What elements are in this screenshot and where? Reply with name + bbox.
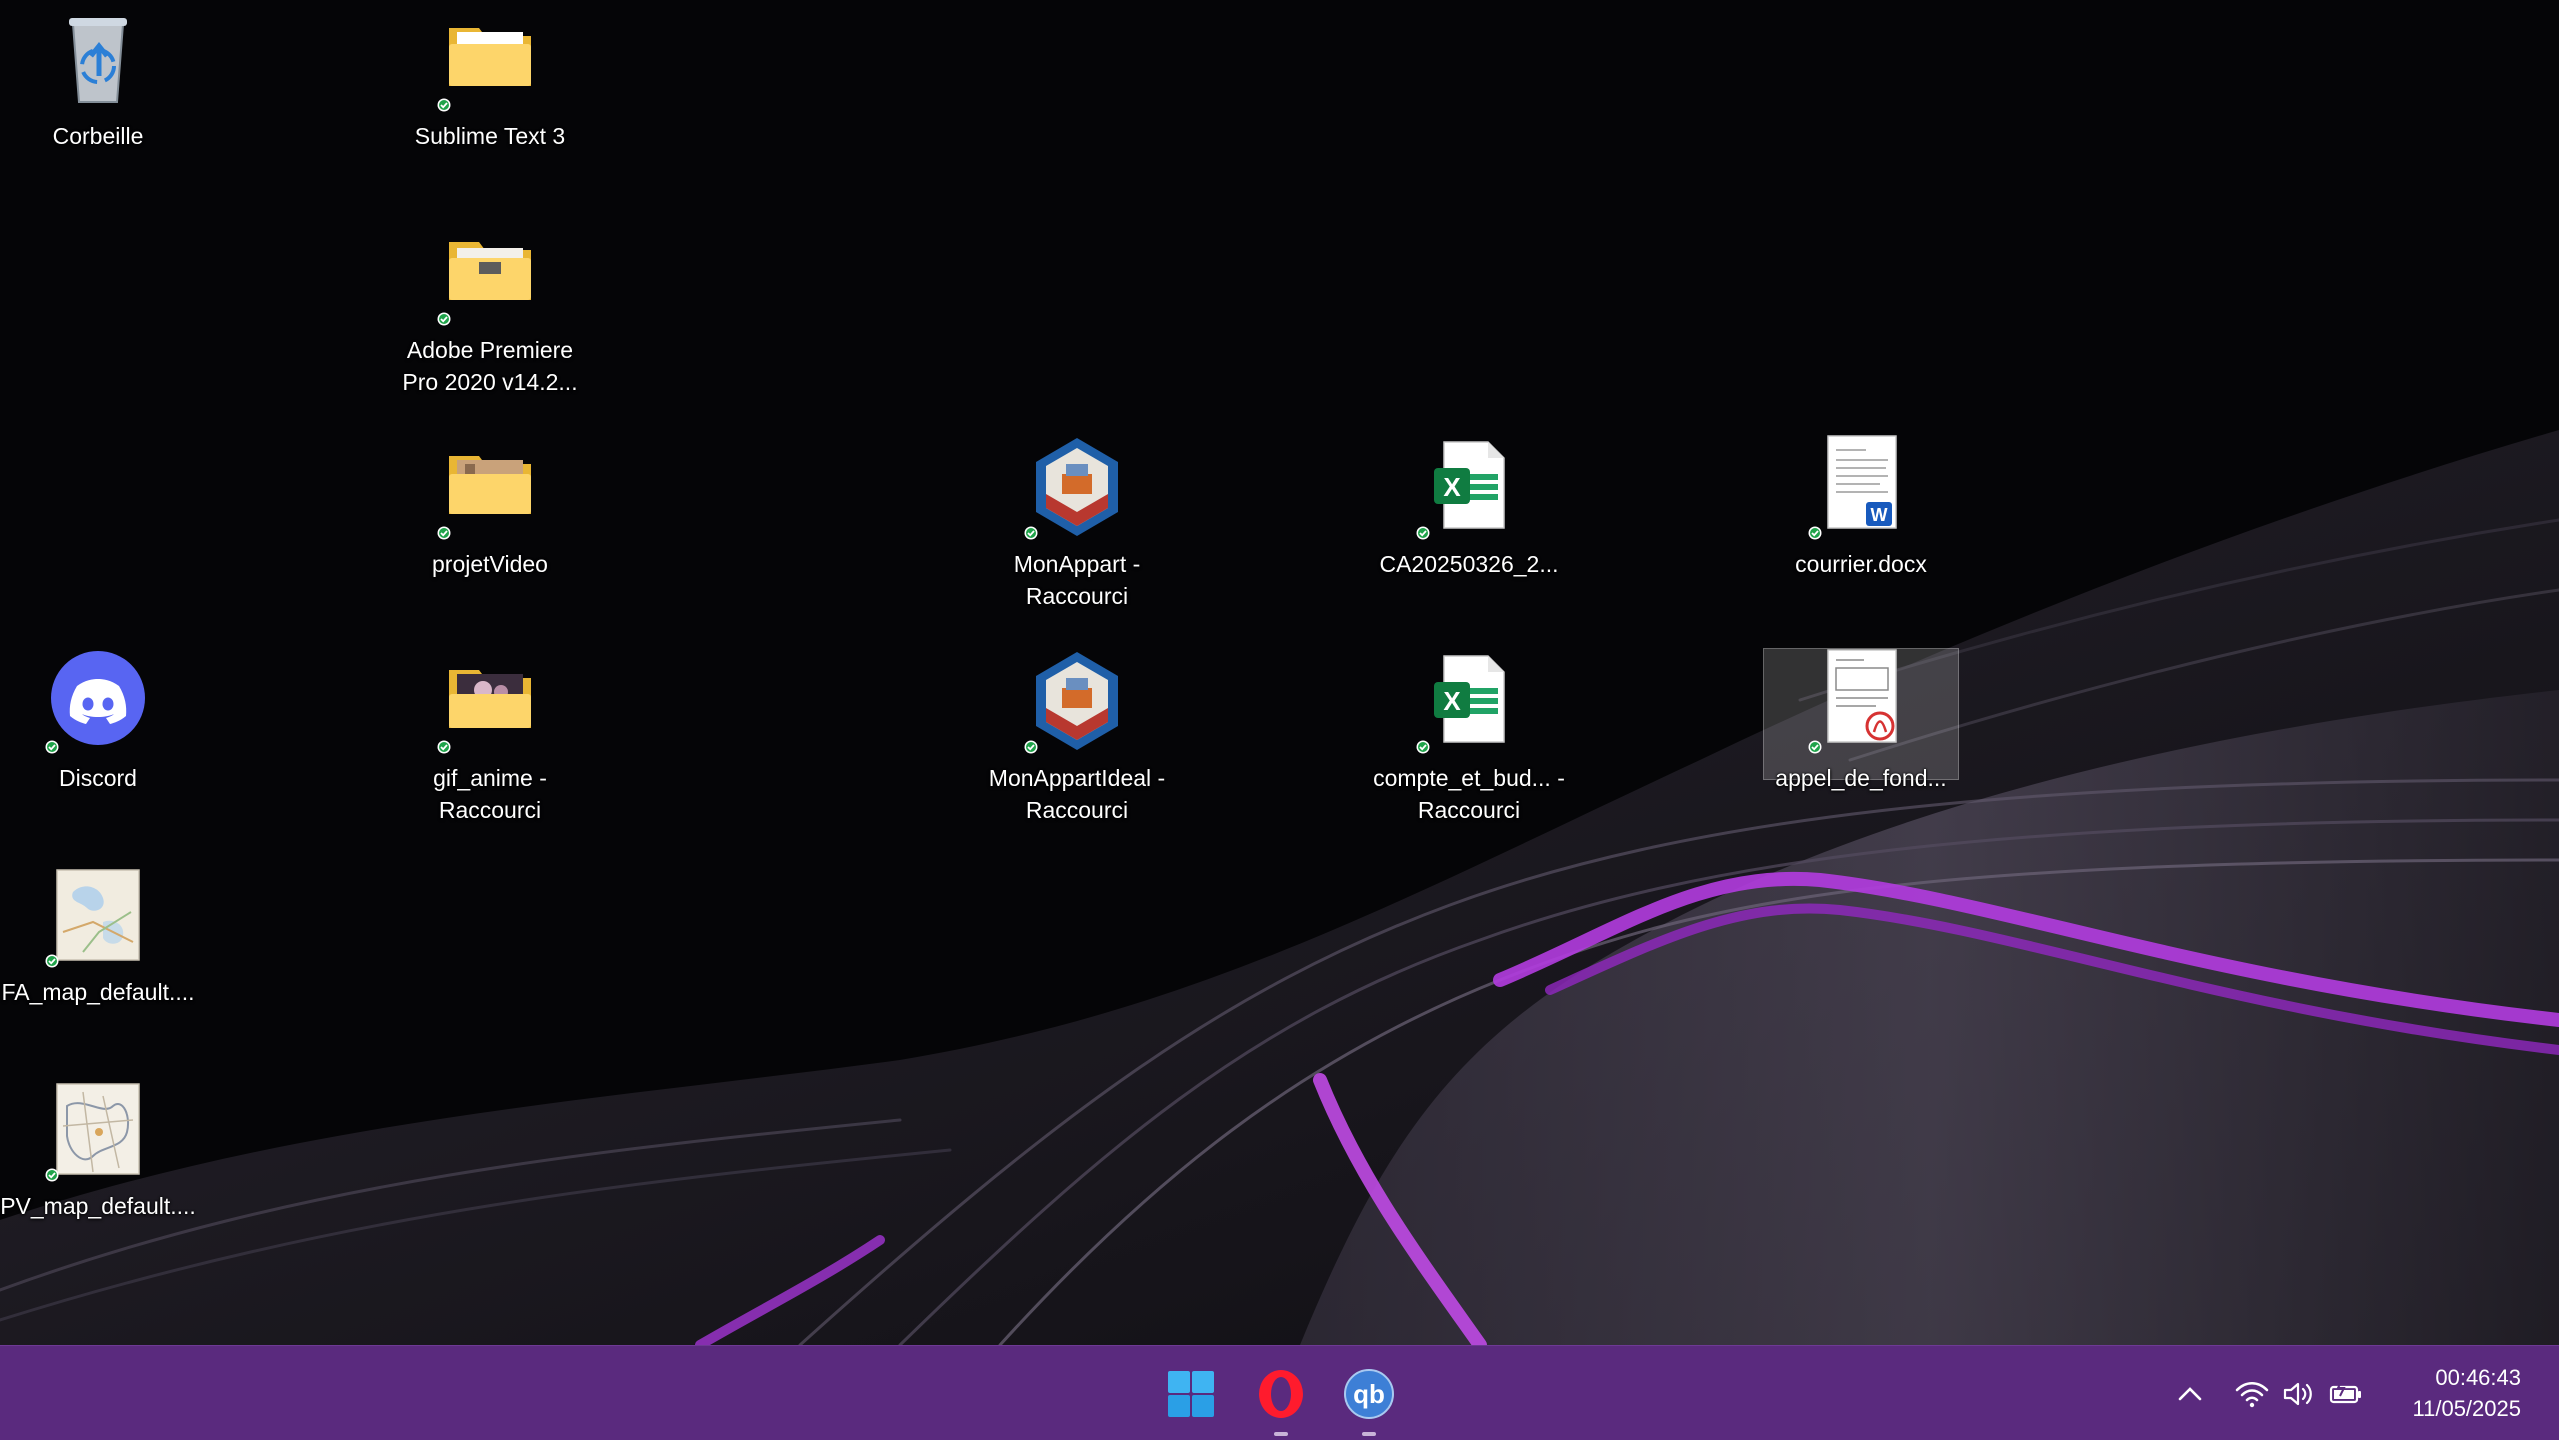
desktop-icon-label: appel_de_fond... [1775, 765, 1947, 791]
taskbar-qbittorrent-button[interactable]: qb [1339, 1364, 1399, 1436]
desktop-wallpaper [0, 0, 2559, 1345]
sync-status-icon [1416, 526, 1430, 540]
desktop-icon-label: PV_map_default.... [0, 1193, 196, 1219]
map-image-icon [43, 862, 153, 972]
folder-icon [435, 220, 545, 330]
excel-file-icon: X [1414, 648, 1524, 758]
recycle-bin-icon [43, 6, 153, 116]
desktop-icon-appel-de-fond[interactable]: appel_de_fond... [1763, 648, 1959, 791]
map-image-icon [43, 1076, 153, 1186]
desktop-icon-label: courrier.docx [1795, 551, 1927, 577]
qbittorrent-icon: qb [1344, 1369, 1394, 1419]
folder-icon [435, 434, 545, 544]
sweet-home-3d-icon [1022, 434, 1132, 544]
desktop-icon-label: Sublime Text 3 [414, 123, 566, 149]
desktop-icon-fa-map-default[interactable]: FA_map_default.... [0, 862, 196, 1008]
desktop-icon-label: compte_et_bud... - Raccourci [1373, 765, 1565, 823]
sync-status-icon [437, 740, 451, 754]
sync-status-icon [1024, 740, 1038, 754]
desktop-icon-corbeille[interactable]: Corbeille [0, 6, 196, 152]
clock-date: 11/05/2025 [2412, 1396, 2521, 1421]
desktop-icon-monappart[interactable]: MonAppart - Raccourci [979, 434, 1175, 612]
desktop-icon-projetvideo[interactable]: projetVideo [392, 434, 588, 580]
desktop-icon-label: Corbeille [52, 123, 144, 149]
qbittorrent-icon-text: qb [1353, 1379, 1385, 1409]
pdf-file-icon [1806, 648, 1916, 758]
wifi-icon[interactable] [2234, 1376, 2270, 1412]
desktop-icon-gif-anime[interactable]: gif_anime - Raccourci [392, 648, 588, 826]
desktop-icon-ca20250326[interactable]: X CA20250326_2... [1371, 434, 1567, 580]
desktop-icon-label: FA_map_default.... [1, 979, 195, 1005]
folder-icon [435, 648, 545, 758]
desktop-icon-label: MonAppart - Raccourci [1013, 551, 1141, 609]
desktop-icon-adobe-premiere[interactable]: Adobe Premiere Pro 2020 v14.2... [392, 220, 588, 398]
desktop-icon-label: gif_anime - Raccourci [433, 765, 547, 823]
desktop-icon-compte-et-bud[interactable]: X compte_et_bud... - Raccourci [1371, 648, 1567, 826]
desktop-icon-label: projetVideo [432, 551, 548, 577]
desktop-icon-label: MonAppartIdeal - Raccourci [988, 765, 1166, 823]
sync-status-icon [45, 1168, 59, 1182]
clock-time: 00:46:43 [2435, 1365, 2521, 1390]
excel-file-icon: X [1414, 434, 1524, 544]
word-file-icon: W [1806, 434, 1916, 544]
sync-status-icon [437, 312, 451, 326]
sync-status-icon [45, 740, 59, 754]
desktop-icon-label: Discord [59, 765, 137, 791]
folder-icon [435, 6, 545, 116]
windows-start-icon [1168, 1371, 1214, 1417]
running-indicator [1274, 1432, 1288, 1436]
start-button[interactable] [1161, 1364, 1221, 1424]
desktop-icon-pv-map-default[interactable]: PV_map_default.... [0, 1076, 196, 1222]
desktop-icon-discord[interactable]: Discord [0, 648, 196, 794]
desktop-icon-courrier-docx[interactable]: W courrier.docx [1763, 434, 1959, 580]
sync-status-icon [1808, 740, 1822, 754]
discord-icon [43, 648, 153, 758]
desktop-icon-monappartideal[interactable]: MonAppartIdeal - Raccourci [979, 648, 1175, 826]
sync-status-icon [437, 98, 451, 112]
sync-status-icon [1024, 526, 1038, 540]
taskbar-opera-button[interactable] [1251, 1364, 1311, 1436]
svg-text:W: W [1871, 505, 1888, 525]
svg-text:X: X [1443, 686, 1461, 716]
sync-status-icon [437, 526, 451, 540]
running-indicator [1362, 1432, 1376, 1436]
opera-browser-icon [1259, 1370, 1303, 1418]
sync-status-icon [1808, 526, 1822, 540]
sync-status-icon [45, 954, 59, 968]
taskbar-clock[interactable]: 00:46:43 11/05/2025 [2413, 1362, 2521, 1424]
volume-icon[interactable] [2280, 1376, 2316, 1412]
taskbar: qb 00:46:43 11/05/2025 [0, 1345, 2559, 1440]
svg-text:X: X [1443, 472, 1461, 502]
battery-icon[interactable] [2328, 1376, 2364, 1412]
desktop-icon-label: CA20250326_2... [1379, 551, 1559, 577]
desktop-icon-sublime-text-3[interactable]: Sublime Text 3 [392, 6, 588, 152]
sweet-home-3d-icon [1022, 648, 1132, 758]
sync-status-icon [1416, 740, 1430, 754]
chevron-up-icon[interactable] [2172, 1376, 2208, 1412]
desktop-icon-label: Adobe Premiere Pro 2020 v14.2... [402, 337, 578, 395]
